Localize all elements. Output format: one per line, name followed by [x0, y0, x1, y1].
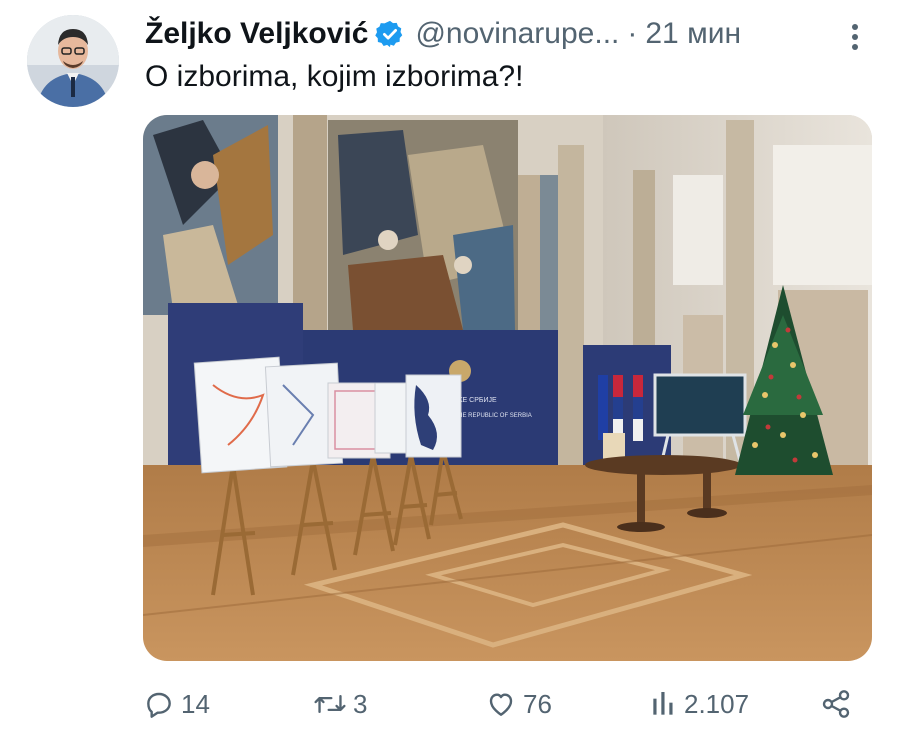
avatar[interactable] [27, 15, 119, 107]
reply-icon [143, 688, 175, 720]
views-icon [650, 688, 678, 720]
views-count: 2.107 [684, 688, 750, 719]
like-count: 76 [523, 688, 552, 719]
tweet-text: O izborima, kojim izborima?! [145, 60, 524, 93]
photo-hall-scene: ВЛАДА РЕПУБЛИКЕ СРБИЈЕ GOVERNMENT OF THE… [143, 115, 872, 661]
action-bar: 14 3 76 2.107 [0, 682, 900, 726]
more-icon[interactable] [840, 22, 870, 52]
share-icon [820, 688, 852, 720]
author-name[interactable]: Željko Veljković [145, 17, 368, 51]
tweet-photo[interactable]: ВЛАДА РЕПУБЛИКЕ СРБИЈЕ GOVERNMENT OF THE… [143, 115, 872, 661]
tweet-header: Željko Veljković @novinarupe... · 21 мин [145, 14, 741, 54]
share-button[interactable] [820, 682, 852, 726]
reply-count: 14 [181, 688, 210, 719]
views-button[interactable]: 2.107 [650, 682, 749, 726]
avatar-image [27, 15, 119, 107]
like-button[interactable]: 76 [485, 682, 552, 726]
verified-badge-icon [375, 19, 405, 49]
header-separator: · [627, 17, 638, 50]
retweet-count: 3 [353, 688, 368, 719]
retweet-icon [313, 688, 347, 720]
timestamp[interactable]: 21 мин [645, 17, 741, 51]
retweet-button[interactable]: 3 [313, 682, 367, 726]
like-icon [485, 688, 517, 720]
author-handle[interactable]: @novinarupe... [415, 17, 619, 51]
reply-button[interactable]: 14 [143, 682, 210, 726]
